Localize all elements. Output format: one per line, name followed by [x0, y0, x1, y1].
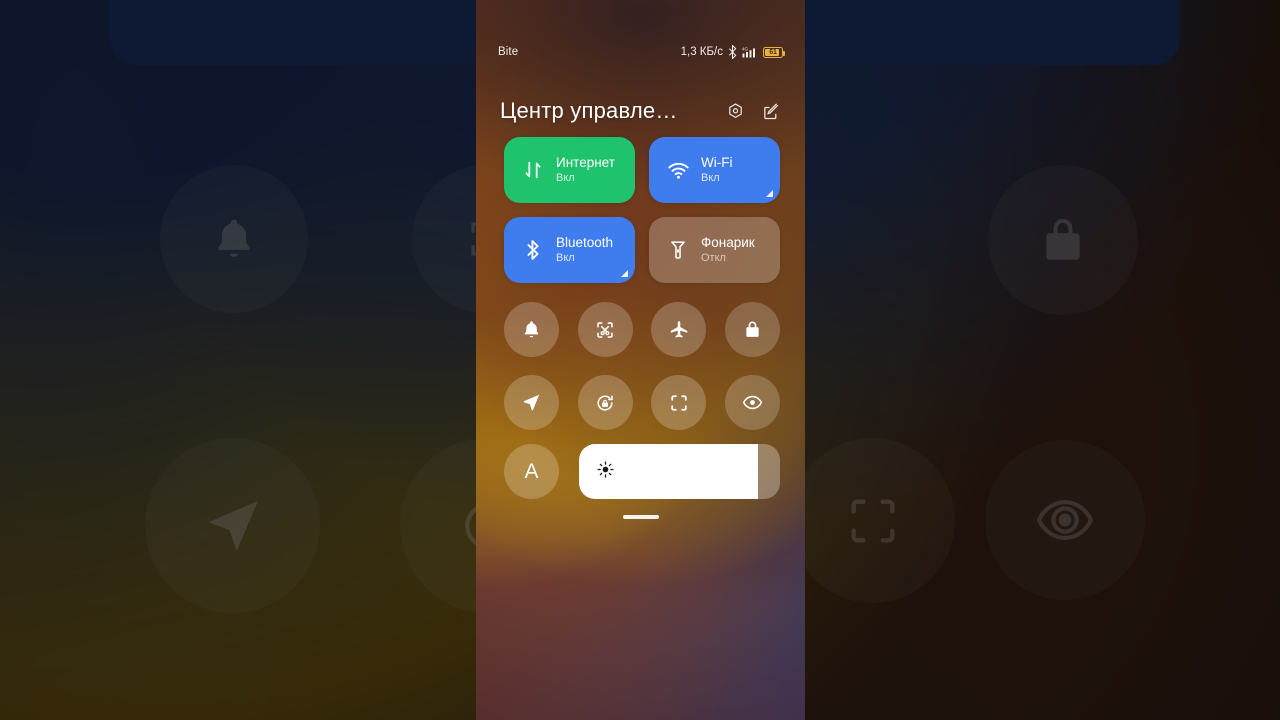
airplane-icon [668, 319, 690, 341]
bluetooth-icon [521, 238, 545, 262]
tile-expand-indicator[interactable] [766, 190, 773, 197]
page-title: Центр управле… [500, 98, 678, 123]
tile-expand-indicator[interactable] [621, 270, 628, 277]
auto-brightness-icon[interactable]: A [504, 444, 559, 499]
header-actions [725, 101, 781, 121]
signal-bars-icon: 4G [742, 46, 758, 58]
toggle-row-1 [504, 302, 780, 357]
drag-handle[interactable] [622, 515, 659, 519]
screenshot-root: Bite 1,3 КБ/c 4G 61 Центр управле… Интер… [0, 0, 1280, 720]
toggle-airplane-mode[interactable] [651, 302, 707, 357]
status-bar-right: 1,3 КБ/c 4G 61 [680, 45, 786, 59]
data-transfer-icon [521, 158, 545, 182]
toggle-row-2 [504, 375, 780, 430]
flashlight-icon [666, 238, 690, 262]
tile-internet[interactable]: Интернет Вкл [504, 137, 635, 203]
auto-brightness-label: A [524, 460, 539, 483]
battery-icon: 61 [763, 46, 786, 58]
tile-flashlight[interactable]: Фонарик Откл [649, 217, 780, 283]
brightness-row: A [504, 444, 780, 499]
battery-level-label: 61 [769, 48, 777, 56]
bell-icon [521, 319, 542, 340]
eye-icon [741, 391, 764, 414]
toggle-lock[interactable] [724, 302, 780, 357]
scan-frame-icon [668, 392, 690, 414]
rotate-lock-icon [594, 392, 616, 414]
brightness-slider[interactable] [579, 444, 780, 499]
tile-title: Wi-Fi [701, 154, 733, 170]
status-bar: Bite 1,3 КБ/c 4G 61 [476, 42, 805, 62]
carrier-label: Bite [498, 46, 519, 58]
toggle-auto-rotate[interactable] [577, 375, 633, 430]
tile-title: Фонарик [701, 234, 755, 250]
toggle-screenshot[interactable] [577, 302, 633, 357]
lock-icon [742, 319, 763, 340]
quick-tiles-grid: Интернет Вкл Wi-Fi Вкл Bluetooth Вкл Фон… [504, 137, 780, 283]
toggle-location[interactable] [504, 375, 559, 430]
tile-state: Вкл [556, 252, 575, 265]
panel-header: Центр управле… [476, 88, 805, 134]
settings-hexagon-icon[interactable] [725, 101, 745, 121]
wifi-icon [666, 158, 690, 182]
svg-text:4G: 4G [742, 47, 748, 52]
edit-pencil-icon[interactable] [761, 101, 781, 121]
round-toggles [504, 302, 780, 448]
toggle-reading-mode[interactable] [724, 375, 780, 430]
tile-wifi[interactable]: Wi-Fi Вкл [649, 137, 780, 203]
sun-icon [596, 460, 615, 484]
screenshot-icon [594, 319, 616, 341]
tile-title: Bluetooth [556, 234, 614, 250]
bluetooth-icon [728, 45, 737, 59]
control-center-panel: Bite 1,3 КБ/c 4G 61 Центр управле… Интер… [476, 0, 805, 720]
tile-bluetooth[interactable]: Bluetooth Вкл [504, 217, 635, 283]
toggle-sound[interactable] [504, 302, 559, 357]
toggle-scanner[interactable] [651, 375, 707, 430]
tile-state: Вкл [556, 172, 575, 185]
tile-state: Вкл [701, 172, 720, 185]
tile-title: Интернет [556, 154, 615, 170]
location-arrow-icon [521, 392, 542, 413]
network-speed-label: 1,3 КБ/c [680, 46, 723, 58]
tile-state: Откл [701, 252, 726, 265]
